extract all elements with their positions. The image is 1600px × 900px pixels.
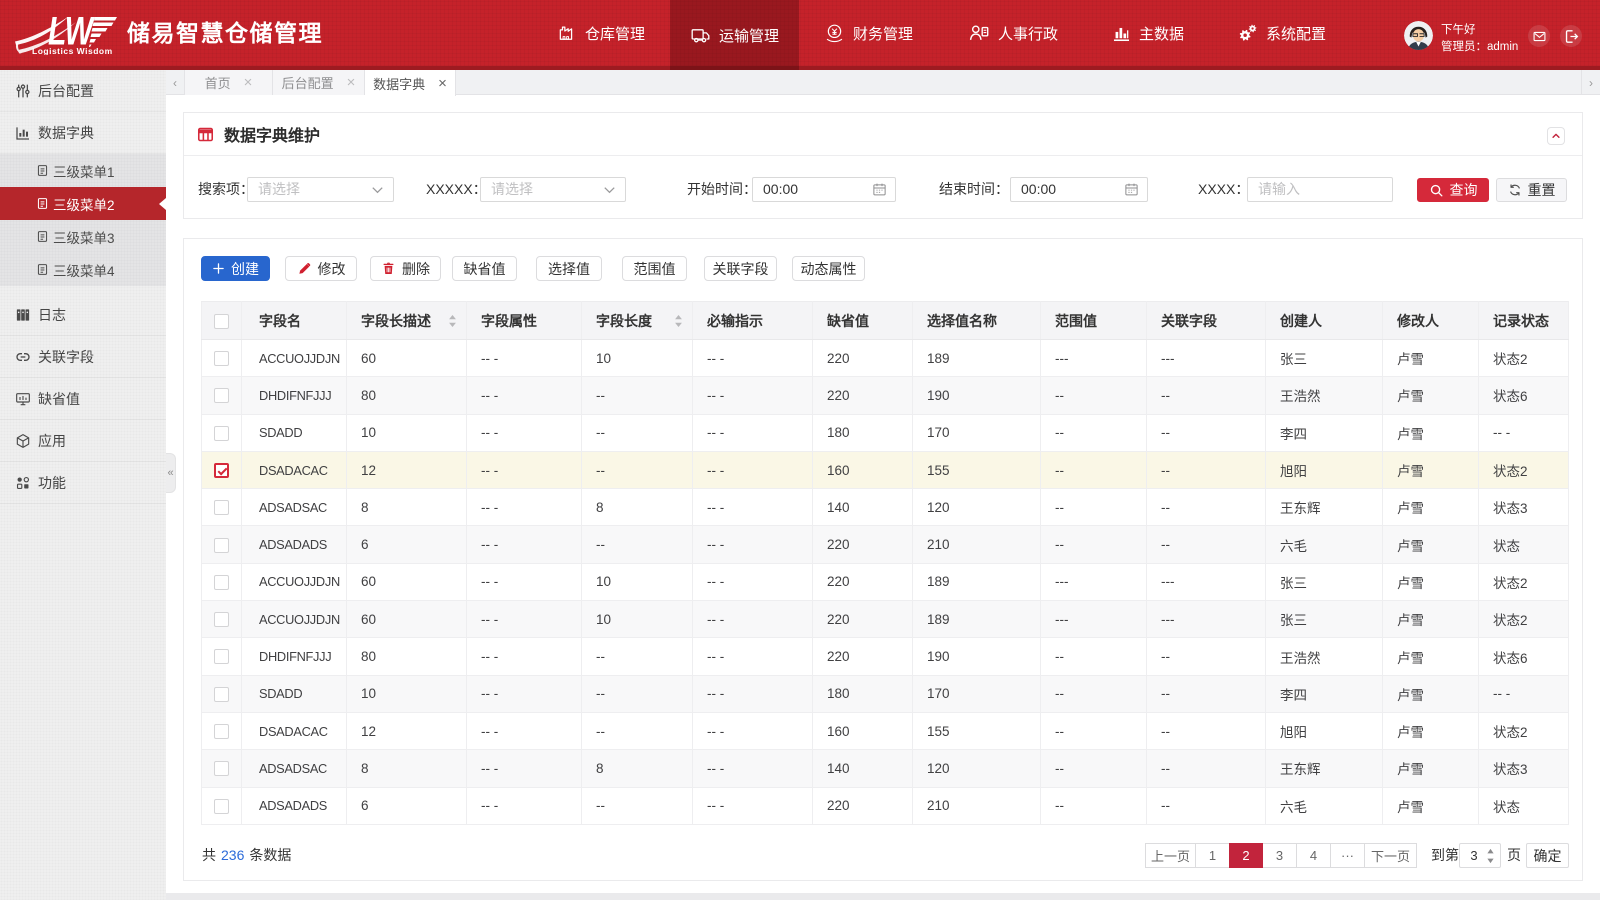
svg-text:Logistics Wisdom: Logistics Wisdom [32, 46, 113, 55]
